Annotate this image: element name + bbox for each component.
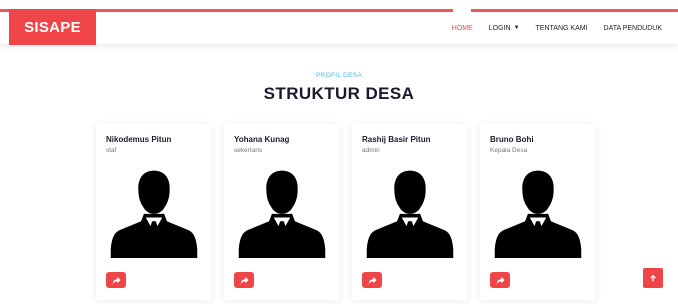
profile-card: Bruno Bohi Kepala Desa <box>480 124 595 300</box>
share-arrow-icon <box>496 276 505 284</box>
card-role: Kepala Desa <box>490 147 528 154</box>
arrow-up-icon <box>650 274 656 282</box>
card-role: staf <box>106 147 117 154</box>
main-nav: HOME LOGIN ▼ TENTANG KAMI DATA PENDUDUK <box>444 9 670 44</box>
card-role: sekertaris <box>234 147 263 154</box>
nav-tentang-kami[interactable]: TENTANG KAMI <box>528 12 596 44</box>
back-to-top-button[interactable] <box>643 268 663 288</box>
card-name: Bruno Bohi <box>490 135 534 144</box>
person-silhouette-icon <box>366 170 454 258</box>
person-silhouette-icon <box>110 170 198 258</box>
nav-data-penduduk[interactable]: DATA PENDUDUK <box>596 12 670 44</box>
card-name: Rashij Basir Pitun <box>362 135 431 144</box>
share-arrow-icon <box>112 276 121 284</box>
section-subtitle: PROFIL DESA <box>315 72 363 79</box>
share-button[interactable] <box>490 272 510 288</box>
profile-card: Rashij Basir Pitun admin <box>352 124 467 300</box>
share-arrow-icon <box>240 276 249 284</box>
site-logo[interactable]: SISAPE <box>9 9 96 45</box>
chevron-down-icon: ▼ <box>513 25 520 31</box>
nav-home[interactable]: HOME <box>444 9 481 44</box>
share-button[interactable] <box>234 272 254 288</box>
section-title: STRUKTUR DESA <box>263 84 415 103</box>
profile-card: Yohana Kunag sekertaris <box>224 124 339 300</box>
nav-home-label: HOME <box>451 24 473 32</box>
nav-login[interactable]: LOGIN ▼ <box>481 12 528 44</box>
share-button[interactable] <box>362 272 382 288</box>
profile-card: Nikodemus Pitun staf <box>96 124 211 300</box>
card-role: admin <box>362 147 380 154</box>
nav-tentang-label: TENTANG KAMI <box>535 24 588 32</box>
person-silhouette-icon <box>494 170 582 258</box>
nav-data-penduduk-label: DATA PENDUDUK <box>603 24 662 32</box>
card-name: Nikodemus Pitun <box>106 135 172 144</box>
person-silhouette-icon <box>238 170 326 258</box>
nav-login-label: LOGIN <box>488 24 511 32</box>
share-button[interactable] <box>106 272 126 288</box>
card-name: Yohana Kunag <box>234 135 290 144</box>
share-arrow-icon <box>368 276 377 284</box>
